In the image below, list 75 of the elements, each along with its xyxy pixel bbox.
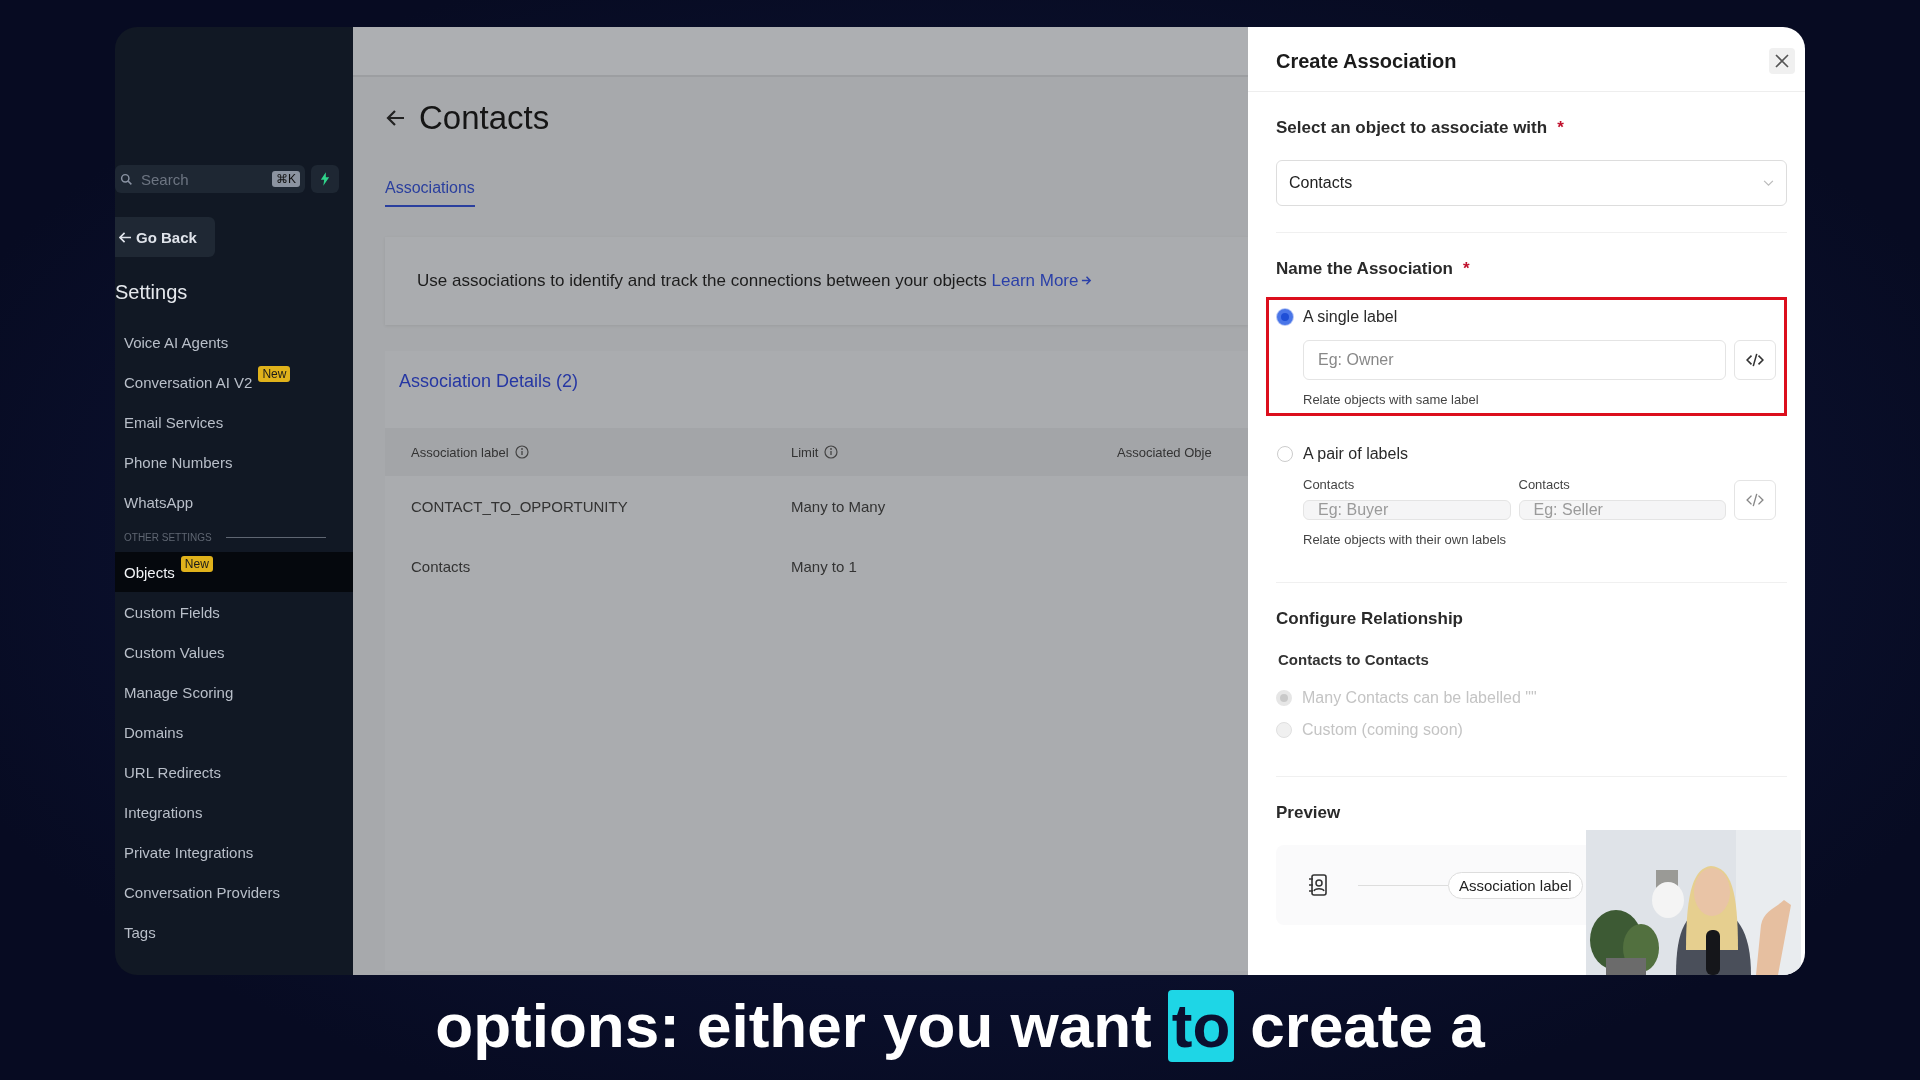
table-cell: Many to 1: [791, 557, 857, 575]
field-label: Select an object to associate with: [1276, 118, 1548, 138]
learn-more-link[interactable]: Learn More: [991, 271, 1093, 290]
sidebar-item[interactable]: Phone Numbers: [115, 442, 353, 482]
sidebar-item[interactable]: Private Integrations: [115, 832, 353, 872]
help-text: Relate objects with same label: [1303, 392, 1480, 407]
sidebar-item[interactable]: URL Redirects: [115, 752, 353, 792]
field-label: Name the Association: [1276, 259, 1453, 279]
dropdown-value: Contacts: [1289, 174, 1353, 192]
lightning-icon: [320, 172, 330, 186]
sidebar-item[interactable]: Custom Fields: [115, 592, 353, 632]
sidebar-title: Settings: [115, 281, 189, 304]
search-input[interactable]: Search: [139, 169, 266, 189]
sidebar-item[interactable]: Conversation AI V2 New: [115, 362, 353, 402]
caption-text: options: either you want: [434, 990, 1153, 1062]
back-arrow-icon: [119, 231, 132, 243]
column-header: Association label: [411, 444, 509, 460]
info-icon: [514, 445, 529, 459]
section-subtitle: Contacts to Contacts: [1278, 651, 1430, 668]
tab[interactable]: Associations: [385, 179, 475, 207]
input-caption: Contacts: [1303, 477, 1356, 492]
search-field[interactable]: Search ⌘K: [115, 165, 305, 193]
quick-action-button[interactable]: [311, 165, 339, 193]
radio-button[interactable]: [1277, 309, 1293, 325]
table-cell: Many to Many: [791, 497, 886, 515]
details-title: Association Details (2): [399, 371, 580, 392]
code-button[interactable]: [1734, 340, 1776, 380]
section-title: Configure Relationship: [1276, 609, 1464, 629]
sidebar-item[interactable]: Email Services: [115, 402, 353, 442]
drawer-title: Create Association: [1276, 49, 1457, 73]
shortcut-badge: ⌘K: [272, 171, 300, 187]
required-mark: *: [1463, 259, 1470, 279]
radio-button[interactable]: [1277, 446, 1293, 462]
input-caption: Contacts: [1518, 477, 1571, 492]
section-title: Preview: [1276, 803, 1342, 823]
radio-label: A single label: [1303, 308, 1398, 326]
close-icon: [1775, 54, 1789, 68]
contact-book-icon: [1308, 874, 1328, 896]
sidebar-item[interactable]: Domains: [115, 712, 353, 752]
sidebar-item[interactable]: WhatsApp: [115, 482, 353, 522]
code-icon: [1746, 493, 1764, 507]
radio-label: Many Contacts can be labelled "": [1302, 689, 1537, 707]
sidebar-item[interactable]: Conversation Providers: [115, 872, 353, 912]
caption-text: create a: [1249, 990, 1486, 1062]
column-header: Limit: [791, 444, 819, 460]
sidebar-item[interactable]: Manage Scoring: [115, 672, 353, 712]
table-cell: CONTACT_TO_OPPORTUNITY: [411, 497, 628, 515]
radio-label: A pair of labels: [1303, 445, 1408, 463]
go-back-button[interactable]: Go Back: [115, 217, 215, 257]
search-icon: [120, 172, 133, 186]
code-icon: [1746, 353, 1764, 367]
sidebar-item[interactable]: Tags: [115, 912, 353, 952]
sidebar-item[interactable]: Voice AI Agents: [115, 322, 353, 362]
page-title: Contacts: [419, 99, 550, 137]
label-input[interactable]: Eg: Owner: [1303, 340, 1726, 380]
caption-text: to: [1167, 990, 1235, 1062]
info-text: Use associations to identify and track the connections between your objects Learn More: [417, 271, 1093, 290]
help-text: Relate objects with their own labels: [1303, 532, 1508, 547]
table-cell: Contacts: [411, 557, 471, 575]
close-button[interactable]: [1769, 48, 1795, 74]
sidebar-item[interactable]: Objects New: [115, 552, 353, 592]
label-chip: Association label: [1448, 871, 1583, 899]
object-dropdown[interactable]: Contacts: [1276, 160, 1787, 206]
info-icon: [824, 445, 839, 459]
new-badge: New: [180, 556, 213, 572]
column-header: Associated Obje: [1117, 444, 1212, 460]
sidebar-item[interactable]: Custom Values: [115, 632, 353, 672]
sidebar-item[interactable]: Integrations: [115, 792, 353, 832]
radio-label: Custom (coming soon): [1302, 721, 1463, 739]
required-mark: *: [1557, 118, 1564, 138]
chevron-down-icon: [1763, 179, 1774, 187]
new-badge: New: [258, 366, 291, 382]
arrow-right-icon: [1081, 275, 1093, 286]
section-label: OTHER SETTINGS: [124, 531, 212, 543]
back-arrow-icon[interactable]: [385, 109, 405, 127]
